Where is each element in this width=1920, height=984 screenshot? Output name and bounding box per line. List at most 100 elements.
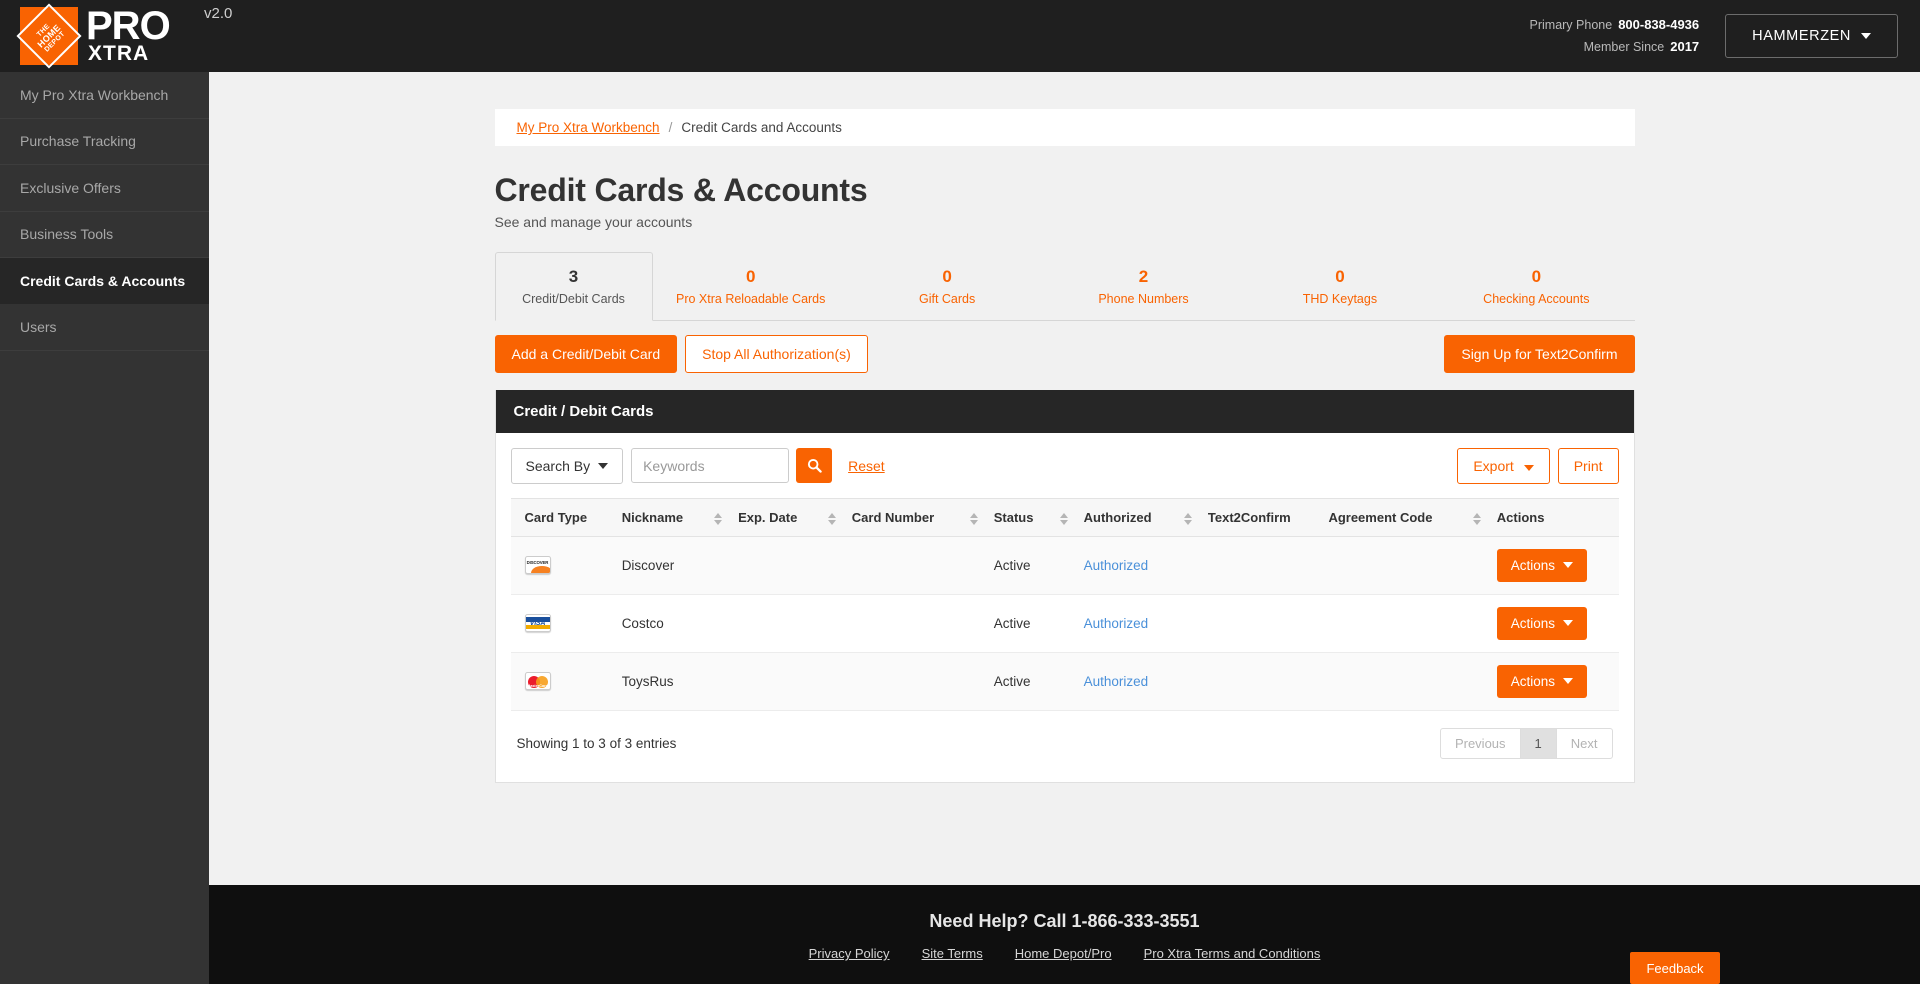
chevron-down-icon xyxy=(1563,620,1574,627)
reset-link[interactable]: Reset xyxy=(848,458,885,474)
cell-agreement-code xyxy=(1320,536,1489,595)
feedback-button[interactable]: Feedback xyxy=(1630,952,1720,984)
breadcrumb-link-workbench[interactable]: My Pro Xtra Workbench xyxy=(517,120,660,135)
tab-checking-accounts[interactable]: 0 Checking Accounts xyxy=(1438,253,1634,320)
add-credit-debit-card-button[interactable]: Add a Credit/Debit Card xyxy=(494,334,678,373)
signup-text2confirm-button[interactable]: Sign Up for Text2Confirm xyxy=(1444,334,1635,373)
table-header: Card Type Nickname Exp. Date Card Number… xyxy=(510,497,1619,537)
column-header-label: Agreement Code xyxy=(1328,509,1433,525)
column-header-label: Nickname xyxy=(621,509,684,525)
sidebar-item-purchase-tracking[interactable]: Purchase Tracking xyxy=(0,119,209,165)
logo[interactable]: THE HOME DEPOT PRO XTRA v2.0 xyxy=(16,3,232,69)
row-actions-dropdown-button[interactable]: Actions xyxy=(1496,664,1588,698)
sidebar-item-business-tools[interactable]: Business Tools xyxy=(0,212,209,258)
chevron-down-icon xyxy=(1523,464,1534,471)
member-since-label: Member Since xyxy=(1583,40,1665,54)
column-header-authorized[interactable]: Authorized xyxy=(1075,497,1200,537)
sort-toggle-icon[interactable] xyxy=(827,512,836,525)
cell-exp-date xyxy=(730,652,844,711)
tab-thd-keytags[interactable]: 0 THD Keytags xyxy=(1242,253,1438,320)
authorized-link[interactable]: Authorized xyxy=(1084,674,1149,689)
panel-title: Credit / Debit Cards xyxy=(495,389,1634,433)
sort-toggle-icon[interactable] xyxy=(1183,512,1192,525)
sidebar-item-exclusive-offers[interactable]: Exclusive Offers xyxy=(0,165,209,212)
column-header-label: Card Type xyxy=(524,509,588,525)
column-header-exp-date[interactable]: Exp. Date xyxy=(730,497,844,537)
sidebar-item-my-pro-xtra-workbench[interactable]: My Pro Xtra Workbench xyxy=(0,72,209,119)
authorized-link[interactable]: Authorized xyxy=(1084,616,1149,631)
table-toolbar: Search By Reset Export xyxy=(510,447,1619,484)
page-title: Credit Cards & Accounts xyxy=(494,172,868,208)
column-header-status[interactable]: Status xyxy=(985,497,1076,537)
row-actions-dropdown-button[interactable]: Actions xyxy=(1496,606,1588,640)
row-actions-dropdown-button[interactable]: Actions xyxy=(1496,548,1588,582)
sort-toggle-icon[interactable] xyxy=(1472,512,1481,525)
sort-toggle-icon[interactable] xyxy=(714,512,723,525)
cell-authorized: Authorized xyxy=(1075,594,1200,653)
cell-agreement-code xyxy=(1320,594,1489,653)
table-row: DISCOVER Discover Active Authorized Acti… xyxy=(510,536,1619,595)
user-account-dropdown-button[interactable]: HAMMERZEN xyxy=(1725,14,1898,58)
mastercard-card-icon: MasterCard xyxy=(524,672,551,691)
primary-phone-row: Primary Phone 800-838-4936 xyxy=(1530,14,1700,36)
cell-nickname: Discover xyxy=(613,536,731,595)
cell-text2confirm xyxy=(1199,536,1321,595)
tab-gift-cards[interactable]: 0 Gift Cards xyxy=(849,253,1045,320)
table-header-row: Card Type Nickname Exp. Date Card Number… xyxy=(510,497,1619,537)
search-input[interactable] xyxy=(631,448,790,484)
footer-link-pro-xtra-terms-and-conditions[interactable]: Pro Xtra Terms and Conditions xyxy=(1144,946,1321,961)
stop-all-authorizations-button[interactable]: Stop All Authorization(s) xyxy=(685,334,868,373)
sidebar-item-users[interactable]: Users xyxy=(0,305,209,351)
column-header-label: Actions xyxy=(1496,509,1545,525)
account-info: Primary Phone 800-838-4936 Member Since 20… xyxy=(1530,14,1700,57)
cell-card-type: MasterCard xyxy=(510,652,614,711)
row-actions-label: Actions xyxy=(1510,557,1556,573)
cell-exp-date xyxy=(730,536,844,595)
tab-count: 0 xyxy=(1335,267,1345,286)
column-header-text2confirm: Text2Confirm xyxy=(1199,497,1321,537)
primary-actions-row: Add a Credit/Debit Card Stop All Authori… xyxy=(494,334,1635,373)
tab-credit-debit-cards[interactable]: 3 Credit/Debit Cards xyxy=(494,252,653,321)
sort-toggle-icon[interactable] xyxy=(1059,512,1068,525)
cell-nickname: ToysRus xyxy=(613,652,731,711)
tab-phone-numbers[interactable]: 2 Phone Numbers xyxy=(1045,253,1241,320)
member-since-row: Member Since 2017 xyxy=(1530,36,1700,58)
discover-card-icon: DISCOVER xyxy=(524,556,551,575)
column-header-label: Text2Confirm xyxy=(1207,509,1291,525)
pagination-next-button[interactable]: Next xyxy=(1555,727,1613,759)
column-header-nickname[interactable]: Nickname xyxy=(613,497,731,537)
pagination-previous-button[interactable]: Previous xyxy=(1439,727,1521,759)
pagination: Previous 1 Next xyxy=(1439,727,1613,759)
sidebar-item-label: Credit Cards & Accounts xyxy=(20,272,186,289)
search-by-label: Search By xyxy=(525,457,591,474)
footer-link-home-depot-pro[interactable]: Home Depot/Pro xyxy=(1015,946,1112,961)
print-button[interactable]: Print xyxy=(1557,447,1619,484)
tab-count: 0 xyxy=(1531,267,1542,286)
user-account-name: HAMMERZEN xyxy=(1752,28,1851,44)
column-header-card-number[interactable]: Card Number xyxy=(843,497,986,537)
logo-pro-text: PRO xyxy=(86,4,171,48)
search-by-dropdown[interactable]: Search By xyxy=(510,447,624,484)
top-header-bar: THE HOME DEPOT PRO XTRA v2.0 Primary Pho… xyxy=(0,0,1920,72)
sidebar-nav: My Pro Xtra Workbench Purchase Tracking … xyxy=(0,72,209,984)
sort-toggle-icon[interactable] xyxy=(969,512,978,525)
footer-link-site-terms[interactable]: Site Terms xyxy=(922,946,983,961)
primary-phone-label: Primary Phone xyxy=(1529,18,1613,33)
column-header-agreement-code[interactable]: Agreement Code xyxy=(1320,497,1489,537)
search-submit-button[interactable] xyxy=(796,448,833,484)
export-dropdown-button[interactable]: Export xyxy=(1457,447,1550,484)
tab-pro-xtra-reloadable-cards[interactable]: 0 Pro Xtra Reloadable Cards xyxy=(653,253,849,320)
cell-text2confirm xyxy=(1199,594,1321,653)
cell-text2confirm xyxy=(1199,652,1321,711)
sidebar-item-credit-cards-accounts[interactable]: Credit Cards & Accounts xyxy=(0,258,209,305)
row-actions-label: Actions xyxy=(1510,615,1556,631)
column-header-card-type: Card Type xyxy=(510,497,614,537)
authorized-link[interactable]: Authorized xyxy=(1084,558,1149,573)
footer-link-privacy-policy[interactable]: Privacy Policy xyxy=(809,946,890,961)
search-icon xyxy=(807,459,822,473)
export-label: Export xyxy=(1473,457,1514,474)
cell-card-type: VISA xyxy=(510,594,614,653)
cell-actions: Actions xyxy=(1488,536,1619,595)
pagination-page-1-button[interactable]: 1 xyxy=(1519,727,1557,759)
tab-count: 3 xyxy=(568,267,579,286)
